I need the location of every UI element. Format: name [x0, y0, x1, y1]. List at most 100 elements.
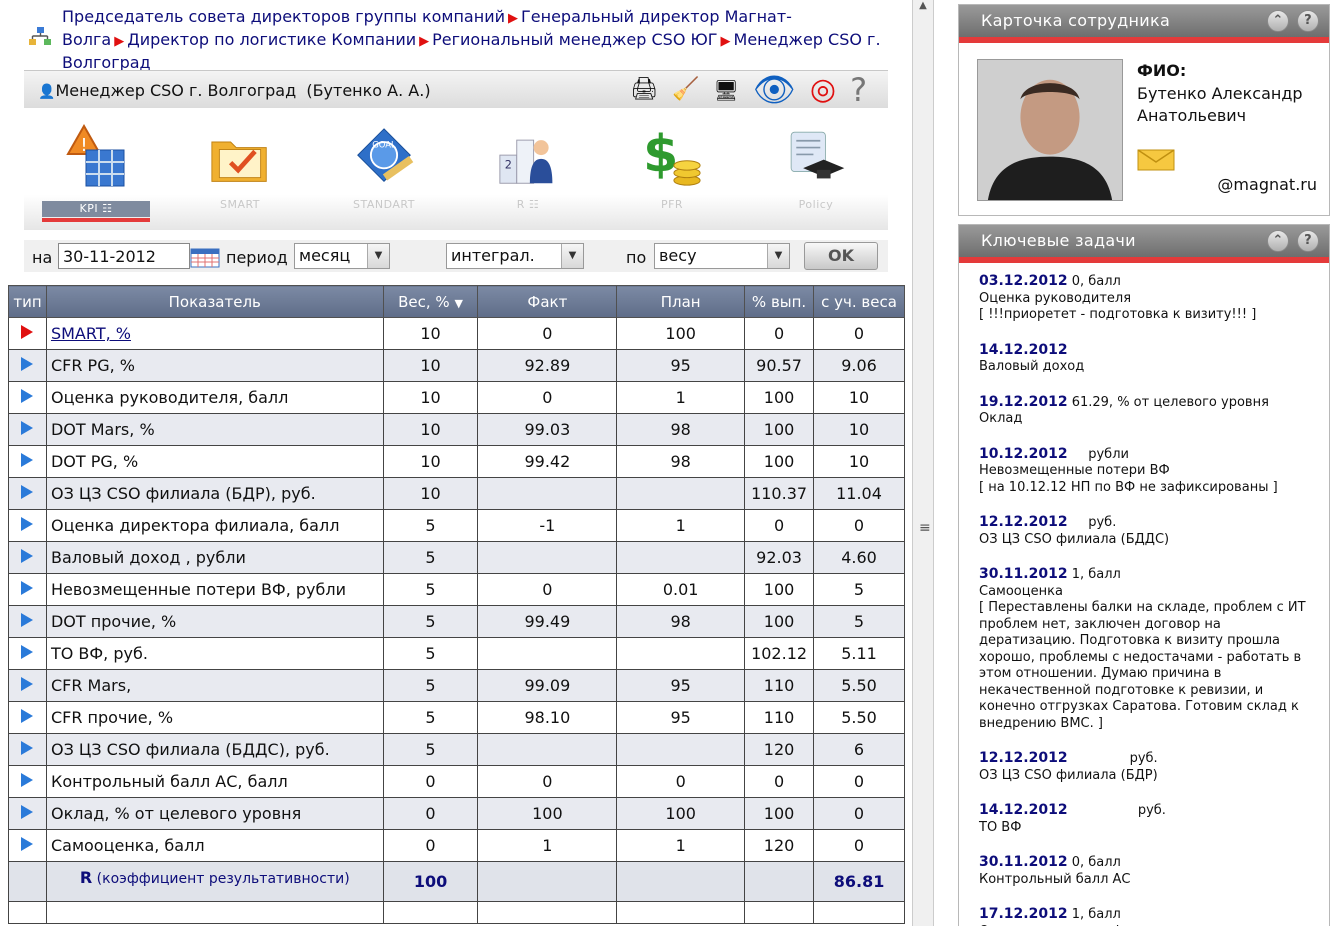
table-row[interactable]: Невозмещенные потери ВФ, рубли 5 0 0.01 100 5	[8, 573, 905, 606]
expand-arrow-icon[interactable]	[21, 837, 34, 851]
task-item[interactable]: 14.12.2012 Валовый доход	[979, 342, 1319, 376]
date-input[interactable]	[58, 243, 190, 269]
table-row[interactable]: CFR PG, % 10 92.89 95 90.57 9.06	[8, 349, 905, 382]
expand-arrow-icon[interactable]	[21, 389, 34, 403]
expand-arrow-icon[interactable]	[21, 613, 34, 627]
tab-pfr[interactable]: $ PFR	[618, 112, 726, 230]
task-item[interactable]: 03.12.2012 0, балл Оценка руководителя[ !…	[979, 273, 1319, 324]
task-item[interactable]: 17.12.2012 1, баллОценка директора филиа…	[979, 906, 1319, 926]
col-header-plan[interactable]: План	[616, 285, 746, 318]
help-icon[interactable]: ?	[1297, 10, 1319, 32]
calendar-icon[interactable]	[190, 248, 220, 268]
indicator-name[interactable]: SMART, %	[45, 317, 384, 350]
tab-kpi[interactable]: ! KPI ☷	[42, 112, 150, 230]
task-item[interactable]: 30.11.2012 0, балл Контрольный балл АС	[979, 854, 1319, 888]
target-icon[interactable]: ◎	[810, 75, 836, 105]
tab-pfr-label: PFR	[660, 198, 684, 211]
weight-cell: 10	[382, 445, 479, 478]
expand-arrow-icon[interactable]	[21, 357, 34, 371]
table-row[interactable]: CFR Mars, 5 99.09 95 110 5.50	[8, 669, 905, 702]
task-item[interactable]: 12.12.2012 руб. ОЗ ЦЗ CSO филиала (БДДС)	[979, 514, 1319, 548]
task-title: Невозмещенные потери ВФ	[979, 463, 1170, 478]
expand-arrow-icon[interactable]	[21, 421, 34, 435]
breadcrumb-item[interactable]: Председатель совета директоров группы ко…	[62, 7, 505, 26]
eye-icon[interactable]: 👁	[753, 73, 796, 107]
tab-policy[interactable]: Policy	[762, 112, 870, 230]
ok-button[interactable]: OK	[804, 242, 878, 270]
task-item[interactable]: 12.12.2012 руб. ОЗ ЦЗ CSO филиала (БДР)	[979, 750, 1319, 784]
period-select[interactable]: месяц ▼	[294, 243, 390, 269]
table-row[interactable]: CFR прочие, % 5 98.10 95 110 5.50	[8, 701, 905, 734]
scroll-up-icon[interactable]: ▲	[913, 0, 933, 16]
expand-arrow-icon[interactable]	[21, 805, 34, 819]
table-row[interactable]: DOT прочие, % 5 99.49 98 100 5	[8, 605, 905, 638]
expand-arrow-icon[interactable]	[21, 325, 34, 339]
fact-cell	[477, 541, 618, 574]
expand-arrow-icon[interactable]	[21, 517, 34, 531]
folder-check-icon	[210, 122, 270, 192]
sort-select[interactable]: весу ▼	[654, 243, 790, 269]
col-header-type[interactable]: тип	[8, 285, 47, 318]
table-row[interactable]: Оклад, % от целевого уровня 0 100 100 100 0	[8, 797, 905, 830]
tab-r[interactable]: 2 R ☷	[474, 112, 582, 230]
panel-splitter[interactable]: ▲ ≡	[912, 0, 934, 926]
toolbar: 🖨 🧹 🖥 👁 ◎ ?	[630, 73, 867, 107]
breadcrumb-item[interactable]: Региональный менеджер CSO ЮГ	[432, 30, 717, 49]
user-icon: 👤	[38, 84, 56, 100]
expand-arrow-icon[interactable]	[21, 549, 34, 563]
fact-cell: 92.89	[477, 349, 618, 382]
task-item[interactable]: 30.11.2012 1, балл Самооценка[ Переставле…	[979, 566, 1319, 732]
fact-cell: 0	[477, 573, 618, 606]
table-row[interactable]: SMART, % 10 0 100 0 0	[8, 317, 905, 350]
table-row[interactable]: Самооценка, балл 0 1 1 120 0	[8, 829, 905, 862]
expand-arrow-icon[interactable]	[21, 581, 34, 595]
table-row[interactable]: Контрольный балл АС, балл 0 0 0 0 0	[8, 765, 905, 798]
col-header-indicator[interactable]: Показатель	[45, 285, 384, 318]
printer-icon[interactable]: 🖨	[630, 75, 658, 105]
expand-arrow-icon[interactable]	[21, 773, 34, 787]
task-item[interactable]: 10.12.2012 рубли Невозмещенные потери ВФ[…	[979, 446, 1319, 497]
row-type-cell	[8, 317, 47, 350]
tab-standart[interactable]: GOAL STANDART	[330, 112, 438, 230]
table-row[interactable]: Валовый доход , рубли 5 92.03 4.60	[8, 541, 905, 574]
percent-cell: 100	[744, 573, 815, 606]
expand-arrow-icon[interactable]	[21, 709, 34, 723]
table-row[interactable]: ОЗ ЦЗ CSO филиала (БДР), руб. 10 110.37 11.…	[8, 477, 905, 510]
fact-cell	[477, 637, 618, 670]
percent-cell: 0	[744, 317, 815, 350]
email-value[interactable]: @magnat.ru	[1217, 175, 1317, 194]
key-tasks-panel: Ключевые задачи ⌃? 03.12.2012 0, балл Оце…	[958, 224, 1330, 926]
splitter-grip-icon[interactable]: ≡	[919, 520, 931, 536]
expand-arrow-icon[interactable]	[21, 677, 34, 691]
table-row[interactable]: ОЗ ЦЗ CSO филиала (БДДС), руб. 5 120 6	[8, 733, 905, 766]
table-row[interactable]: DOT PG, % 10 99.42 98 100 10	[8, 445, 905, 478]
task-item[interactable]: 19.12.2012 61.29, % от целевого уровня Ок…	[979, 394, 1319, 428]
employee-photo	[977, 59, 1123, 201]
help-icon[interactable]: ?	[1297, 230, 1319, 252]
col-header-percent[interactable]: % вып.	[744, 285, 815, 318]
col-header-weighted[interactable]: с уч. веса	[813, 285, 905, 318]
collapse-icon[interactable]: ⌃	[1267, 230, 1289, 252]
breadcrumb-item[interactable]: Директор по логистике Компании	[127, 30, 416, 49]
fio-label: ФИО:	[1137, 61, 1187, 80]
expand-arrow-icon[interactable]	[21, 741, 34, 755]
mail-icon[interactable]	[1137, 149, 1175, 171]
tab-smart[interactable]: SMART	[186, 112, 294, 230]
mode-select[interactable]: интеграл. ▼	[446, 243, 584, 269]
collapse-icon[interactable]: ⌃	[1267, 10, 1289, 32]
table-row[interactable]: DOT Mars, % 10 99.03 98 100 10	[8, 413, 905, 446]
table-row[interactable]: Оценка руководителя, балл 10 0 1 100 10	[8, 381, 905, 414]
weight-cell: 10	[382, 477, 479, 510]
table-row[interactable]: ТО ВФ, руб. 5 102.12 5.11	[8, 637, 905, 670]
broom-icon[interactable]: 🧹	[672, 75, 699, 105]
col-header-fact[interactable]: Факт	[477, 285, 618, 318]
expand-arrow-icon[interactable]	[21, 453, 34, 467]
col-header-weight[interactable]: Вес, % ▼	[382, 285, 479, 318]
expand-arrow-icon[interactable]	[21, 645, 34, 659]
task-item[interactable]: 14.12.2012 руб. ТО ВФ	[979, 802, 1319, 836]
table-row[interactable]: Оценка директора филиала, балл 5 -1 1 0 0	[8, 509, 905, 542]
kpi-table: тип Показатель Вес, % ▼ Факт План % вып.…	[8, 285, 905, 924]
expand-arrow-icon[interactable]	[21, 485, 34, 499]
help-icon[interactable]: ?	[850, 74, 867, 106]
monitor-icon[interactable]: 🖥	[713, 75, 738, 105]
